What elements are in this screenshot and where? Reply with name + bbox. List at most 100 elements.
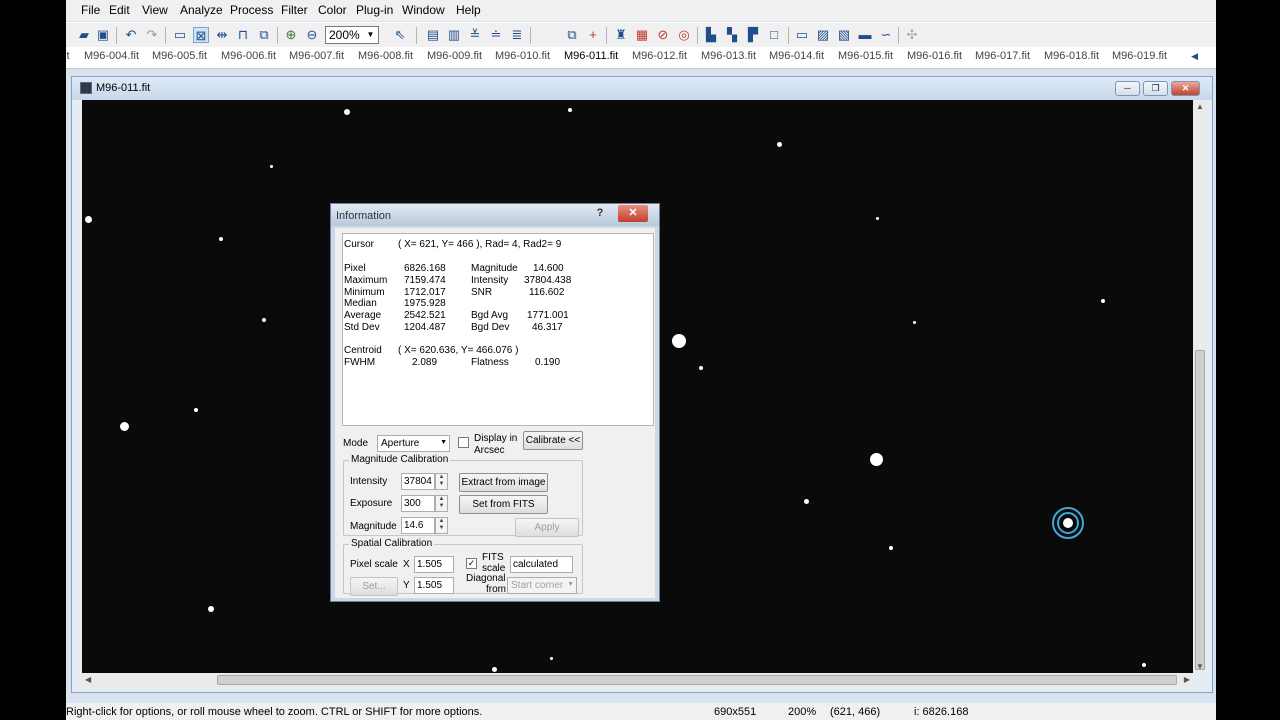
horizontal-scroll-thumb[interactable] <box>217 675 1177 685</box>
extract-from-image-button[interactable]: Extract from image <box>459 473 548 492</box>
undo-icon[interactable]: ↶ <box>123 27 139 43</box>
zoom-fit-icon[interactable]: ⊠ <box>193 27 209 43</box>
cal-intensity-spinner[interactable]: ▲ ▼ <box>435 473 448 490</box>
edit-picture-icon[interactable]: ▧ <box>836 27 852 43</box>
rect-icon[interactable]: ▭ <box>794 27 810 43</box>
cal-intensity-field[interactable]: 37804 <box>401 473 435 490</box>
curve-icon[interactable]: ∽ <box>878 27 894 43</box>
ruler-icon[interactable]: ▬ <box>857 27 873 43</box>
tab-m96-014[interactable]: M96-014.fit <box>769 50 824 62</box>
layers-icon[interactable]: ▥ <box>446 27 462 43</box>
histogram-icon[interactable]: ▙ <box>703 27 719 43</box>
pixel-scale-x-field[interactable]: 1.505 <box>414 556 454 573</box>
exposure-field[interactable]: 300 <box>401 495 435 512</box>
apply-button[interactable]: Apply <box>515 518 579 537</box>
tab-m96-012[interactable]: M96-012.fit <box>632 50 687 62</box>
menu-analyze[interactable]: Analyze <box>180 3 223 17</box>
square-icon[interactable]: □ <box>766 27 782 43</box>
image-window-titlebar[interactable]: M96-011.fit ─ ❐ ✕ <box>72 77 1212 100</box>
restore-button[interactable]: ❐ <box>1143 81 1168 96</box>
menu-window[interactable]: Window <box>402 3 445 17</box>
menu-filter[interactable]: Filter <box>281 3 308 17</box>
scroll-right-icon[interactable]: ▶ <box>1184 675 1190 684</box>
tab-m96-008[interactable]: M96-008.fit <box>358 50 413 62</box>
save-icon[interactable]: ▣ <box>95 27 111 43</box>
aperture-target[interactable] <box>1048 503 1088 543</box>
mode-select[interactable]: Aperture ▼ <box>377 435 450 452</box>
zoom-select[interactable]: 200% ▼ <box>325 26 379 44</box>
menu-process[interactable]: Process <box>230 3 273 17</box>
tab-m96-016[interactable]: M96-016.fit <box>907 50 962 62</box>
close-button[interactable]: ✕ <box>1171 81 1200 96</box>
set-from-fits-button[interactable]: Set from FITS <box>459 495 548 514</box>
blink-icon[interactable]: ▛ <box>745 27 761 43</box>
photometry-icon[interactable]: ▚ <box>724 27 740 43</box>
ring-icon[interactable]: ◎ <box>676 27 692 43</box>
tab-m96-013[interactable]: M96-013.fit <box>701 50 756 62</box>
brush-icon[interactable]: ♜ <box>613 27 629 43</box>
horizontal-scrollbar[interactable]: ◀ ▶ <box>82 673 1193 687</box>
information-titlebar[interactable]: Information ? ✕ <box>331 204 659 226</box>
vertical-scroll-thumb[interactable] <box>1195 350 1205 670</box>
scroll-up-icon[interactable]: ▲ <box>1196 102 1204 111</box>
help-button[interactable]: ? <box>585 205 615 222</box>
tab-m96-015[interactable]: M96-015.fit <box>838 50 893 62</box>
diagonal-from-select[interactable]: Start corner ▼ <box>507 577 577 594</box>
menu-color[interactable]: Color <box>318 3 347 17</box>
redo-icon[interactable]: ↷ <box>144 27 160 43</box>
open-icon[interactable]: ▰ <box>76 27 92 43</box>
tab-m96-019[interactable]: M96-019.fit <box>1112 50 1167 62</box>
tab-m96-007[interactable]: M96-007.fit <box>289 50 344 62</box>
scroll-down-icon[interactable]: ▼ <box>1196 662 1204 671</box>
crop-icon[interactable]: ⊓ <box>235 27 251 43</box>
tab-m96-009[interactable]: M96-009.fit <box>427 50 482 62</box>
align-icon[interactable]: ≚ <box>467 27 483 43</box>
zoom-out-icon[interactable]: ⊖ <box>304 27 320 43</box>
cal-magnitude-field[interactable]: 14.6 <box>401 517 435 534</box>
tab-m96-004[interactable]: M96-004.fit <box>84 50 139 62</box>
copy-icon[interactable]: ⧉ <box>256 27 272 43</box>
close-dialog-button[interactable]: ✕ <box>618 205 648 222</box>
vertical-scrollbar[interactable]: ▲ ▼ <box>1193 100 1207 673</box>
calibrate-button[interactable]: Calibrate << <box>523 431 583 450</box>
flip-icon[interactable]: ⇹ <box>214 27 230 43</box>
measurement-readout: Cursor ( X= 621, Y= 466 ), Rad= 4, Rad2=… <box>342 233 654 426</box>
menu-file[interactable]: File <box>81 3 100 17</box>
pixel-scale-y-field[interactable]: 1.505 <box>414 577 454 594</box>
combine-icon[interactable]: ≐ <box>488 27 504 43</box>
tab-scroll-arrow-icon[interactable]: ◀ <box>1191 51 1198 62</box>
circle-slash-icon[interactable]: ⊘ <box>655 27 671 43</box>
exposure-spinner[interactable]: ▲ ▼ <box>435 495 448 512</box>
pointer-help-icon[interactable]: ⇖ <box>392 27 408 43</box>
menu-plugin[interactable]: Plug-in <box>356 3 393 17</box>
set-button[interactable]: Set... <box>350 577 398 596</box>
info-window-icon[interactable]: ▤ <box>425 27 441 43</box>
chevron-down-icon: ▼ <box>567 581 574 588</box>
tab-partial[interactable]: it <box>66 50 70 62</box>
star <box>270 165 273 168</box>
zoom-in-icon[interactable]: ⊕ <box>283 27 299 43</box>
menu-view[interactable]: View <box>142 3 168 17</box>
crosshair-icon[interactable]: + <box>585 27 601 43</box>
cal-magnitude-spinner[interactable]: ▲ ▼ <box>435 517 448 534</box>
menu-help[interactable]: Help <box>456 3 481 17</box>
tab-m96-006[interactable]: M96-006.fit <box>221 50 276 62</box>
menu-edit[interactable]: Edit <box>109 3 130 17</box>
screen-stretch-icon[interactable]: ▭ <box>172 27 188 43</box>
stack-icon[interactable]: ≣ <box>509 27 525 43</box>
star <box>699 366 703 370</box>
picture-icon[interactable]: ▨ <box>815 27 831 43</box>
tab-m96-017[interactable]: M96-017.fit <box>975 50 1030 62</box>
display-arcsec-checkbox[interactable] <box>458 437 469 448</box>
calculated-field[interactable]: calculated <box>510 556 573 573</box>
scroll-left-icon[interactable]: ◀ <box>85 675 91 684</box>
fits-scale-checkbox[interactable]: ✓ <box>466 558 477 569</box>
tab-m96-005[interactable]: M96-005.fit <box>152 50 207 62</box>
tab-m96-018[interactable]: M96-018.fit <box>1044 50 1099 62</box>
minimize-button[interactable]: ─ <box>1115 81 1140 96</box>
duplicate-icon[interactable]: ⧉ <box>564 27 580 43</box>
tools-icon[interactable]: ✣ <box>904 27 920 43</box>
grid-icon[interactable]: ▦ <box>634 27 650 43</box>
tab-m96-010[interactable]: M96-010.fit <box>495 50 550 62</box>
tab-m96-011[interactable]: M96-011.fit <box>564 50 618 62</box>
